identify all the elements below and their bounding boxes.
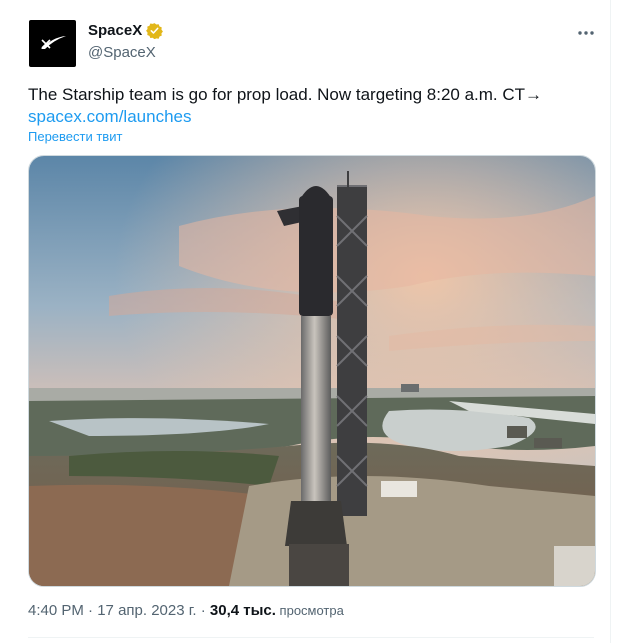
meta-separator: ·	[83, 602, 98, 619]
tweet-date[interactable]: 17 апр. 2023 г.	[97, 602, 196, 619]
verified-badge-icon	[146, 23, 164, 39]
translate-tweet-link[interactable]: Перевести твит	[28, 129, 122, 144]
tweet-body: The Starship team is go for prop load. N…	[28, 85, 543, 104]
divider	[28, 637, 594, 638]
more-options-button[interactable]	[575, 22, 597, 44]
author-name-row[interactable]: SpaceX	[88, 22, 164, 39]
tweet-photo[interactable]	[28, 155, 596, 587]
avatar[interactable]	[29, 20, 76, 67]
tweet-text: The Starship team is go for prop load. N…	[28, 84, 588, 128]
starship-launch-photo	[29, 156, 595, 586]
view-count-label: просмотра	[275, 603, 344, 618]
meta-separator: ·	[196, 602, 210, 619]
tweet-time[interactable]: 4:40 PM	[28, 602, 84, 619]
spacex-logo-icon	[40, 35, 66, 49]
column-border	[610, 0, 611, 643]
tweet-meta: 4:40 PM · 17 апр. 2023 г. · 30,4 тыс. пр…	[28, 602, 344, 619]
tweet-link[interactable]: spacex.com/launches	[28, 107, 191, 126]
author-handle[interactable]: @SpaceX	[88, 44, 156, 61]
view-count: 30,4 тыс.	[209, 602, 276, 619]
more-dots-icon	[578, 31, 594, 35]
author-name[interactable]: SpaceX	[88, 22, 142, 39]
